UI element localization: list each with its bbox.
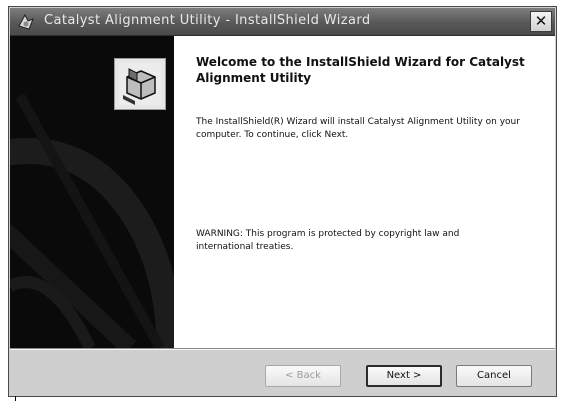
cancel-button[interactable]: Cancel [456,365,532,387]
installer-window: Catalyst Alignment Utility - InstallShie… [8,6,557,397]
intro-text: The InstallShield(R) Wizard will install… [196,117,520,140]
product-box-icon [114,58,166,110]
wizard-sidebar-banner [10,36,174,348]
button-divider [10,348,555,350]
edge-line [15,396,16,401]
welcome-heading: Welcome to the InstallShield Wizard for … [196,55,525,85]
title-bar[interactable]: Catalyst Alignment Utility - InstallShie… [10,8,555,36]
window-title: Catalyst Alignment Utility - InstallShie… [44,13,371,28]
copyright-warning: WARNING: This program is protected by co… [196,229,460,252]
wizard-content-panel: Welcome to the InstallShield Wizard for … [174,36,555,348]
close-icon[interactable]: ✕ [530,11,552,32]
next-button[interactable]: Next > [366,365,442,387]
installer-icon [16,12,36,32]
back-button[interactable]: < Back [265,365,341,387]
